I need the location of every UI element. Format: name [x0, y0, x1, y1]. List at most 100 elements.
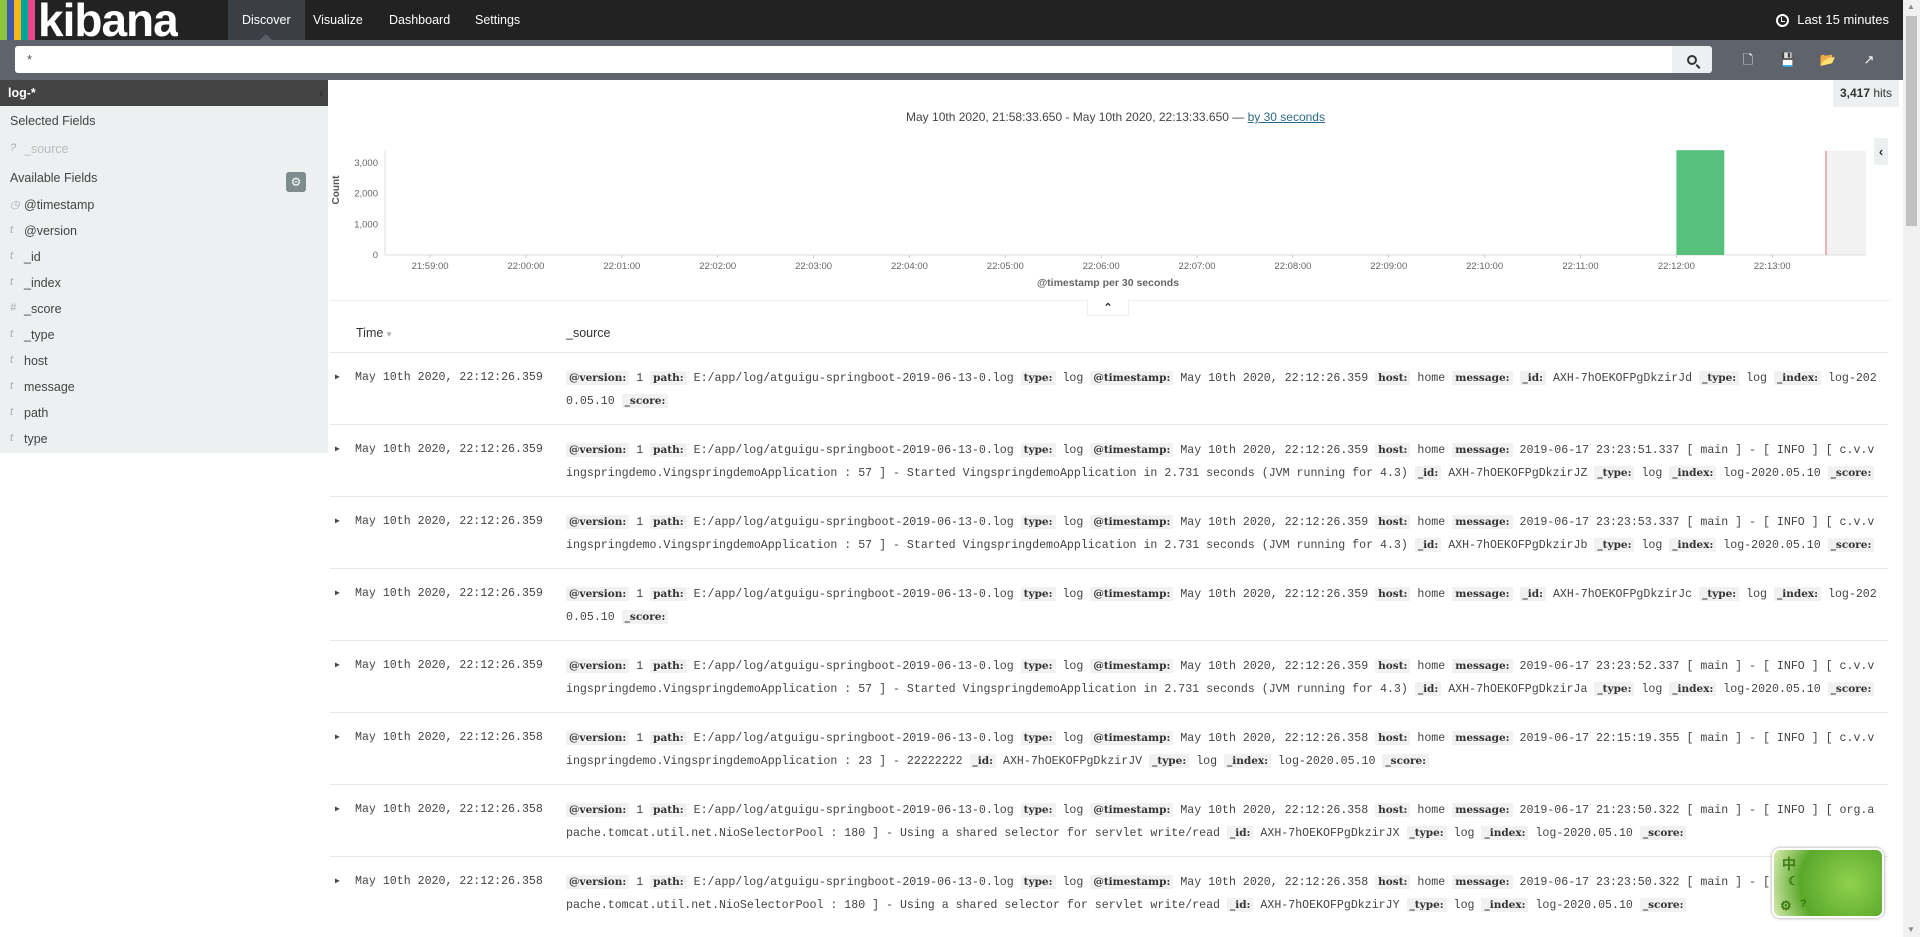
- ime-widget[interactable]: 中 ☾ ⚙ ?: [1772, 848, 1884, 918]
- logo-stripe: [21, 0, 28, 40]
- field-value: AXH-7hOEKOFPgDkzirJV: [1002, 755, 1143, 768]
- page-scrollbar[interactable]: ▲ ▼: [1903, 0, 1920, 937]
- field-value: home: [1417, 372, 1446, 385]
- field-value: E:/app/log/atguigu-springboot-2019-06-13…: [693, 732, 1014, 745]
- field-settings-gear-icon[interactable]: ⚙: [286, 172, 306, 192]
- field-source[interactable]: ? _source: [10, 142, 68, 156]
- field-value: May 10th 2020, 22:12:26.358: [1180, 732, 1369, 745]
- expand-row-icon[interactable]: ▶: [330, 583, 355, 629]
- save-icon[interactable]: 💾: [1778, 50, 1798, 70]
- new-search-icon[interactable]: 🗋: [1738, 50, 1758, 70]
- field-value: home: [1417, 804, 1446, 817]
- tab-settings[interactable]: Settings: [461, 0, 534, 40]
- field-value: AXH-7hOEKOFPgDkzirJY: [1260, 899, 1400, 912]
- field-value: log: [1453, 899, 1475, 912]
- field-key: @version:: [566, 443, 630, 457]
- x-tick-label: 22:12:00: [1658, 261, 1695, 272]
- collapse-sidebar-icon[interactable]: ‹: [319, 84, 324, 100]
- x-tick-label: 22:09:00: [1370, 261, 1407, 272]
- search-input[interactable]: [15, 46, 1672, 73]
- expand-row-icon[interactable]: ▶: [330, 727, 355, 773]
- row-time: May 10th 2020, 22:12:26.358: [355, 803, 543, 816]
- field-index[interactable]: t _index: [10, 276, 61, 290]
- field-type[interactable]: t type: [10, 432, 48, 446]
- expand-row-icon[interactable]: ▶: [330, 511, 355, 557]
- kibana-logo[interactable]: kibana: [0, 0, 178, 40]
- sort-icon[interactable]: ▾: [387, 329, 392, 339]
- share-icon[interactable]: ↗: [1859, 50, 1879, 70]
- field-value: 1: [636, 732, 644, 745]
- field-key: _type:: [1594, 682, 1635, 696]
- field-key: _score:: [621, 394, 669, 408]
- field-key: _index:: [1669, 538, 1717, 552]
- search-button[interactable]: [1672, 46, 1712, 73]
- field-value: May 10th 2020, 22:12:26.359: [1180, 516, 1369, 529]
- x-tick-label: 22:05:00: [987, 261, 1024, 272]
- open-icon[interactable]: 📂: [1818, 50, 1838, 70]
- gear-icon: ⚙: [1780, 898, 1792, 913]
- expand-row-icon[interactable]: ▶: [330, 871, 355, 917]
- scroll-down-arrow[interactable]: ▼: [1907, 925, 1915, 934]
- field-version[interactable]: t @version: [10, 224, 77, 238]
- row-source: @version: 1 path: E:/app/log/atguigu-spr…: [566, 511, 1881, 557]
- field-value: AXH-7hOEKOFPgDkzirJd: [1552, 372, 1693, 385]
- string-type-icon: t: [10, 328, 14, 340]
- field-value: log: [1062, 660, 1084, 673]
- out-of-range-area: [1826, 150, 1866, 255]
- field-timestamp[interactable]: ◷ @timestamp: [10, 198, 94, 212]
- field-value: log-2020.05.10: [1535, 899, 1633, 912]
- scrollbar-thumb[interactable]: [1906, 16, 1917, 226]
- field-key: _type:: [1406, 826, 1447, 840]
- tab-visualize[interactable]: Visualize: [299, 0, 377, 40]
- row-time: May 10th 2020, 22:12:26.359: [355, 659, 543, 672]
- time-range-label: Last 15 minutes: [1797, 12, 1889, 27]
- table-row[interactable]: ▶ May 10th 2020, 22:12:26.359 @version: 1 …: [330, 568, 1888, 640]
- expand-row-icon[interactable]: ▶: [330, 655, 355, 701]
- expand-row-icon[interactable]: ▶: [330, 439, 355, 485]
- time-column-header[interactable]: Time ▾: [356, 326, 391, 340]
- field-id[interactable]: t _id: [10, 250, 41, 264]
- field-value: May 10th 2020, 22:12:26.358: [1180, 876, 1369, 889]
- table-row[interactable]: ▶ May 10th 2020, 22:12:26.358 @version: 1 …: [330, 856, 1888, 928]
- field-key: _id:: [1414, 538, 1442, 552]
- collapse-chart-button[interactable]: ⌃: [1087, 300, 1129, 316]
- logo-stripe: [7, 0, 14, 40]
- chart-time-range: May 10th 2020, 21:58:33.650 - May 10th 2…: [328, 110, 1903, 124]
- string-type-icon: t: [10, 432, 14, 444]
- scroll-up-arrow[interactable]: ▲: [1907, 2, 1915, 11]
- tab-discover[interactable]: Discover: [228, 0, 305, 40]
- expand-row-icon[interactable]: ▶: [330, 367, 355, 413]
- row-source: @version: 1 path: E:/app/log/atguigu-spr…: [566, 727, 1881, 773]
- field-score[interactable]: # _score: [10, 302, 62, 316]
- table-row[interactable]: ▶ May 10th 2020, 22:12:26.359 @version: 1 …: [330, 424, 1888, 496]
- selected-fields-heading: Selected Fields: [10, 114, 96, 128]
- time-picker[interactable]: Last 15 minutes: [1776, 0, 1889, 40]
- field-key: @timestamp:: [1090, 659, 1174, 673]
- table-row[interactable]: ▶ May 10th 2020, 22:12:26.359 @version: 1 …: [330, 352, 1888, 424]
- time-range-text: May 10th 2020, 21:58:33.650 - May 10th 2…: [906, 110, 1248, 124]
- table-row[interactable]: ▶ May 10th 2020, 22:12:26.358 @version: 1 …: [330, 712, 1888, 784]
- index-pattern[interactable]: log-*: [0, 80, 328, 106]
- collapse-legend-icon[interactable]: ‹: [1874, 138, 1888, 165]
- interval-link[interactable]: by 30 seconds: [1248, 110, 1325, 124]
- field-key: @timestamp:: [1090, 587, 1174, 601]
- tab-dashboard[interactable]: Dashboard: [375, 0, 464, 40]
- help-icon: ?: [1800, 898, 1807, 910]
- y-tick-label: 3,000: [354, 158, 378, 169]
- field-host[interactable]: t host: [10, 354, 48, 368]
- field-key: _score:: [1639, 898, 1687, 912]
- field-message[interactable]: t message: [10, 380, 75, 394]
- histogram-chart[interactable]: 0 1,000 2,000 3,000 21:59:00 22:00:00 22:01:00…: [328, 130, 1873, 300]
- field-key: _type:: [1406, 898, 1447, 912]
- field-type[interactable]: t _type: [10, 328, 55, 342]
- field-key: message:: [1452, 587, 1513, 601]
- field-key: _score:: [621, 610, 669, 624]
- table-row[interactable]: ▶ May 10th 2020, 22:12:26.359 @version: 1 …: [330, 640, 1888, 712]
- field-key: _id:: [1414, 682, 1442, 696]
- field-path[interactable]: t path: [10, 406, 48, 420]
- table-row[interactable]: ▶ May 10th 2020, 22:12:26.358 @version: 1 …: [330, 784, 1888, 856]
- expand-row-icon[interactable]: ▶: [330, 799, 355, 845]
- field-key: message:: [1452, 443, 1513, 457]
- table-row[interactable]: ▶ May 10th 2020, 22:12:26.359 @version: 1 …: [330, 496, 1888, 568]
- field-key: type:: [1020, 803, 1056, 817]
